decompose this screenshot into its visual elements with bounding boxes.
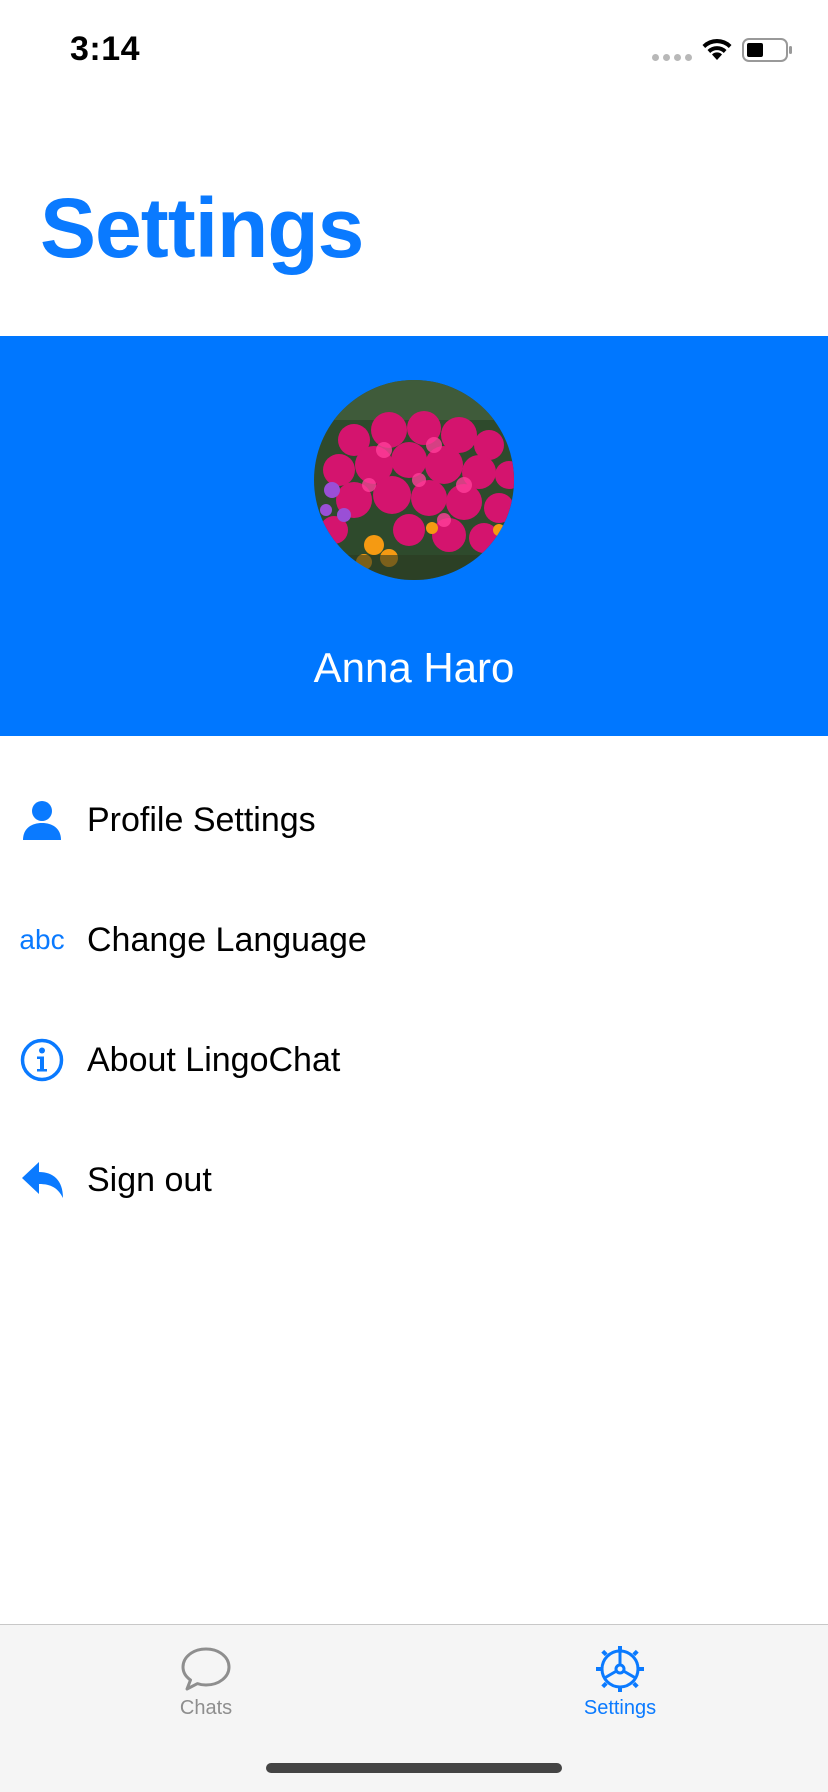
wifi-icon <box>702 38 732 60</box>
menu-item-label: Profile Settings <box>87 800 316 839</box>
menu-item-label: About LingoChat <box>87 1040 341 1079</box>
status-bar: 3:14 <box>0 0 828 100</box>
reply-arrow-icon <box>18 1156 66 1204</box>
person-icon <box>18 796 66 844</box>
info-icon <box>18 1036 66 1084</box>
tab-label: Settings <box>583 1697 657 1719</box>
settings-wheel-icon <box>596 1646 644 1692</box>
settings-screen: 3:14 Settings Anna Haro Profile Settings… <box>0 0 828 1792</box>
tab-chats[interactable]: Chats <box>126 1645 286 1720</box>
tab-settings[interactable]: Settings <box>540 1645 700 1720</box>
menu-item-change-language[interactable]: abc Change Language <box>0 880 828 1000</box>
tab-label: Chats <box>179 1697 233 1719</box>
profile-name: Anna Haro <box>313 644 515 691</box>
menu-item-about[interactable]: About LingoChat <box>0 1000 828 1120</box>
page-title: Settings <box>40 181 364 275</box>
battery-icon <box>742 38 792 62</box>
menu-item-profile-settings[interactable]: Profile Settings <box>0 760 828 880</box>
menu-item-label: Change Language <box>87 920 367 959</box>
chat-bubble-icon <box>181 1647 231 1691</box>
profile-banner: Anna Haro <box>0 336 828 736</box>
flower-photo <box>314 380 514 580</box>
menu-item-sign-out[interactable]: Sign out <box>0 1120 828 1240</box>
status-time: 3:14 <box>70 30 141 68</box>
abc-icon: abc <box>19 924 65 955</box>
signal-dots-icon <box>652 54 692 61</box>
settings-menu: Profile Settings abc Change Language Abo… <box>0 760 828 1240</box>
menu-item-label: Sign out <box>87 1160 212 1199</box>
avatar[interactable] <box>314 380 514 580</box>
home-indicator[interactable] <box>266 1763 562 1773</box>
